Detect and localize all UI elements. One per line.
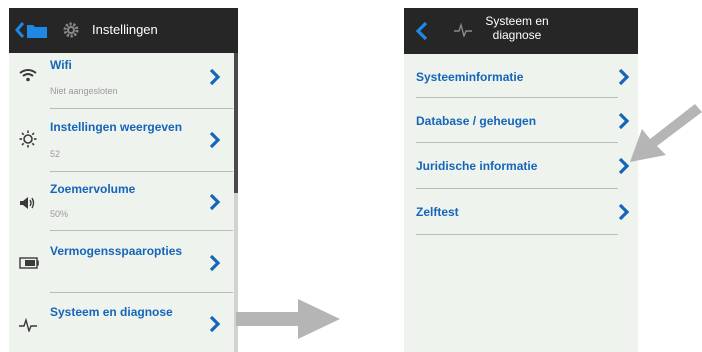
menu-item-database-memory[interactable]: Database / geheugen (404, 98, 638, 144)
legal-info-label: Juridische informatie (416, 159, 538, 173)
power-saving-label: Vermogensspaaropties (50, 244, 183, 258)
chevron-right-icon[interactable] (209, 131, 221, 149)
chevron-right-icon[interactable] (618, 203, 630, 221)
display-value: 52 (50, 149, 61, 159)
buzzer-volume-label: Zoemervolume (50, 182, 136, 196)
settings-item-buzzer-volume[interactable]: Zoemervolume 50% (9, 172, 233, 231)
brightness-icon (19, 130, 37, 148)
chevron-right-icon[interactable] (209, 254, 221, 272)
chevron-left-icon[interactable] (416, 21, 428, 41)
menu-item-self-test[interactable]: Zelftest (404, 189, 638, 235)
buzzer-volume-value: 50% (50, 209, 69, 219)
system-diagnostics-label: Systeem en diagnose (50, 305, 173, 319)
title-bar: Systeem en diagnose (404, 8, 638, 54)
menu-item-legal-info[interactable]: Juridische informatie (404, 143, 638, 189)
wifi-label: Wifi (50, 58, 72, 72)
system-info-label: Systeeminformatie (416, 70, 524, 84)
settings-item-power-saving[interactable]: Vermogensspaaropties (9, 231, 233, 292)
settings-item-display[interactable]: Instellingen weergeven 52 (9, 109, 233, 170)
settings-item-wifi[interactable]: Wifi Niet aangesloten (9, 53, 233, 108)
wifi-icon (19, 69, 37, 82)
chevron-right-icon[interactable] (209, 193, 221, 211)
display-label: Instellingen weergeven (50, 120, 183, 134)
annotation-arrow-diagonal-icon (630, 104, 702, 162)
chevron-right-icon[interactable] (209, 68, 221, 86)
system-diagnostics-screen: Systeem en diagnose Systeeminformatie Da… (404, 8, 638, 352)
page-title: Systeem en diagnose (485, 14, 549, 42)
wifi-status: Niet aangesloten (50, 86, 118, 96)
annotation-arrow-right-icon (236, 299, 340, 339)
chevron-left-icon[interactable] (15, 21, 25, 39)
folder-icon[interactable] (27, 23, 47, 38)
scrollbar-thumb[interactable] (234, 53, 238, 193)
battery-icon (19, 257, 39, 269)
settings-screen: Instellingen Wifi Niet aangesloten Inste… (9, 8, 238, 352)
page-title: Instellingen (92, 22, 158, 37)
gear-icon (63, 22, 79, 38)
pulse-icon (454, 23, 472, 37)
title-bar: Instellingen (9, 8, 238, 53)
speaker-icon (20, 197, 35, 209)
menu-item-system-info[interactable]: Systeeminformatie (404, 54, 638, 100)
pulse-icon (19, 318, 37, 332)
divider (416, 234, 618, 235)
self-test-label: Zelftest (416, 205, 459, 219)
chevron-right-icon[interactable] (618, 68, 630, 86)
database-memory-label: Database / geheugen (416, 114, 537, 128)
settings-item-system-diagnostics[interactable]: Systeem en diagnose (9, 293, 233, 352)
chevron-right-icon[interactable] (209, 315, 221, 333)
